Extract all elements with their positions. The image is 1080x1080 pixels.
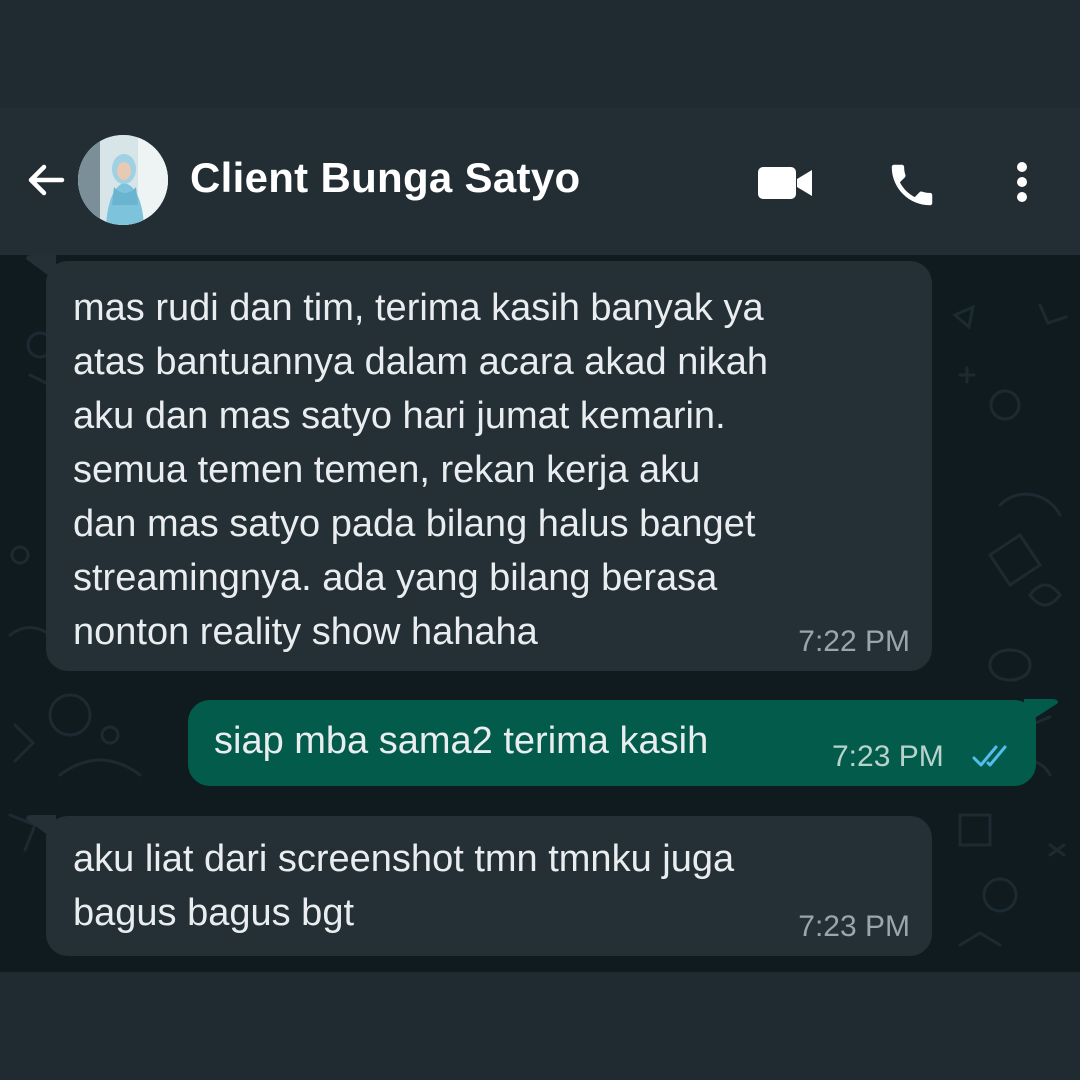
message-text: siap mba sama2 terima kasih [214, 720, 709, 762]
top-margin [0, 0, 1080, 108]
message-incoming[interactable]: aku liat dari screenshot tmn tmnku juga … [46, 816, 932, 956]
message-outgoing[interactable]: siap mba sama2 terima kasih 7:23 PM [188, 700, 1036, 786]
more-vert-icon[interactable] [1006, 158, 1038, 206]
chat-area[interactable]: mas rudi dan tim, terima kasih banyak ya… [0, 255, 1080, 972]
message-incoming[interactable]: mas rudi dan tim, terima kasih banyak ya… [46, 261, 932, 671]
message-text: aku liat dari screenshot tmn tmnku juga … [73, 838, 735, 934]
video-call-icon[interactable] [756, 160, 816, 206]
message-time: 7:23 PM [798, 910, 910, 943]
phone-icon[interactable] [885, 158, 939, 212]
message-time: 7:23 PM [832, 740, 944, 773]
contact-name[interactable]: Client Bunga Satyo [190, 154, 580, 202]
read-receipt-icon [972, 745, 1007, 767]
message-time: 7:22 PM [798, 625, 910, 658]
bottom-margin [0, 972, 1080, 1080]
avatar[interactable] [78, 135, 168, 225]
back-arrow-icon[interactable] [22, 156, 70, 204]
message-text: mas rudi dan tim, terima kasih banyak ya… [73, 287, 769, 653]
